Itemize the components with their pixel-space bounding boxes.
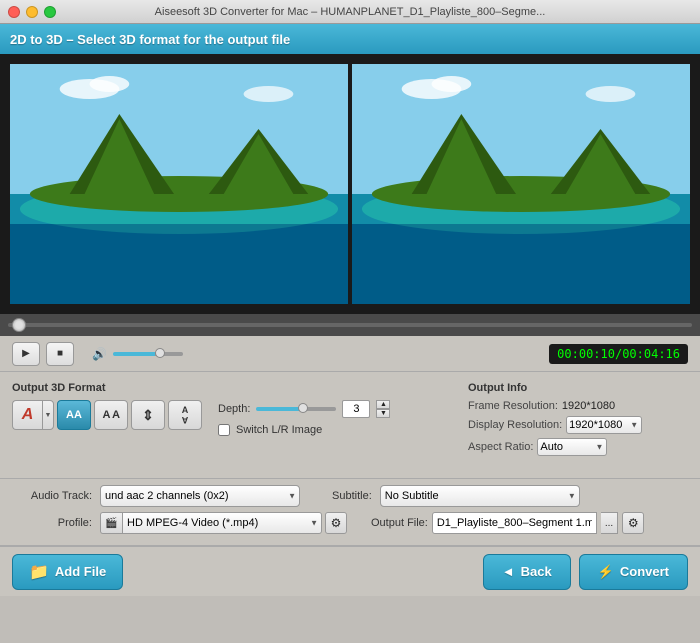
output-file-section: Output File: ... ⚙ [371, 512, 644, 534]
back-button[interactable]: ◄ Back [483, 554, 571, 590]
display-resolution-dropdown-wrapper: 1920*1080 1280*720 640*480 ▼ [566, 416, 642, 434]
header-label: 2D to 3D – Select 3D format for the outp… [10, 32, 290, 47]
seek-track[interactable] [8, 323, 692, 327]
seek-bar-area[interactable] [0, 314, 700, 336]
maximize-button[interactable] [44, 6, 56, 18]
format-section: Output 3D Format A ▼ AA A A ⇕ [12, 382, 202, 430]
format-btn-anaglyph-group: A ▼ [12, 400, 54, 430]
title-bar: Aiseesoft 3D Converter for Mac – HUMANPL… [0, 0, 700, 24]
add-file-button[interactable]: 📁 Add File [12, 554, 123, 590]
depth-label: Depth: [218, 403, 250, 415]
stop-button[interactable]: ■ [46, 342, 74, 366]
volume-icon: 🔊 [92, 347, 107, 361]
profile-dropdown-wrapper: HD MPEG-4 Video (*.mp4) ▼ [122, 512, 322, 534]
convert-label: Convert [620, 564, 669, 579]
aspect-ratio-dropdown-wrapper: Auto 16:9 4:3 ▼ [537, 438, 607, 456]
video-frame-right [352, 64, 690, 304]
add-file-icon: 📁 [29, 562, 49, 582]
play-button[interactable]: ▶ [12, 342, 40, 366]
subtitle-label: Subtitle: [332, 490, 372, 502]
add-file-label: Add File [55, 564, 106, 579]
switch-lr-label: Switch L/R Image [236, 424, 322, 436]
volume-slider[interactable] [113, 352, 183, 356]
output-settings-button[interactable]: ⚙ [622, 512, 644, 534]
format-buttons: A ▼ AA A A ⇕ A A [12, 400, 202, 430]
transport-area: ▶ ■ 🔊 00:00:10/00:04:16 [0, 336, 700, 372]
audio-track-dropdown[interactable]: und aac 2 channels (0x2) [100, 485, 300, 507]
output-file-input[interactable] [432, 512, 597, 534]
switch-lr-checkbox[interactable] [218, 424, 230, 436]
video-area [0, 54, 700, 314]
profile-settings-button[interactable]: ⚙ [325, 512, 347, 534]
depth-section: Depth: ▲ ▼ Switch L/R Image [218, 382, 452, 436]
output-file-label: Output File: [371, 517, 428, 529]
output-info: Output Info Frame Resolution: 1920*1080 … [468, 382, 688, 460]
convert-icon: ⚡ [598, 564, 614, 580]
profile-dropdown[interactable]: HD MPEG-4 Video (*.mp4) [122, 512, 322, 534]
aspect-ratio-dropdown[interactable]: Auto 16:9 4:3 [537, 438, 607, 456]
subtitle-dropdown[interactable]: No Subtitle [380, 485, 580, 507]
time-display: 00:00:10/00:04:16 [549, 344, 688, 364]
audio-row: Audio Track: und aac 2 channels (0x2) ▼ … [12, 485, 688, 507]
aspect-ratio-label: Aspect Ratio: [468, 441, 533, 453]
window-title: Aiseesoft 3D Converter for Mac – HUMANPL… [155, 6, 546, 18]
convert-button[interactable]: ⚡ Convert [579, 554, 688, 590]
frame-resolution-label: Frame Resolution: [468, 400, 558, 412]
depth-up-button[interactable]: ▲ [376, 400, 390, 409]
back-label: Back [521, 564, 552, 579]
header-bar: 2D to 3D – Select 3D format for the outp… [0, 24, 700, 54]
audio-track-label: Audio Track: [12, 490, 92, 502]
minimize-button[interactable] [26, 6, 38, 18]
subtitle-section: Subtitle: No Subtitle ▼ [332, 485, 580, 507]
format-btn-top-bottom-2[interactable]: A A [168, 400, 202, 430]
format-btn-top-bottom[interactable]: ⇕ [131, 400, 165, 430]
format-btn-anaglyph[interactable]: A [12, 400, 42, 430]
profile-icon: 🎬 [100, 512, 122, 534]
browse-button[interactable]: ... [601, 512, 618, 534]
video-frames [10, 64, 690, 304]
subtitle-dropdown-wrapper: No Subtitle ▼ [380, 485, 580, 507]
settings-panel: Output 3D Format A ▼ AA A A ⇕ [0, 372, 700, 479]
display-resolution-label: Display Resolution: [468, 419, 562, 431]
back-icon: ◄ [502, 564, 515, 579]
depth-input[interactable] [342, 400, 370, 418]
video-frame-left [10, 64, 348, 304]
depth-thumb[interactable] [298, 403, 308, 413]
bottom-settings: Audio Track: und aac 2 channels (0x2) ▼ … [0, 479, 700, 546]
profile-label: Profile: [12, 517, 92, 529]
traffic-lights [8, 6, 56, 18]
close-button[interactable] [8, 6, 20, 18]
output-info-title: Output Info [468, 382, 688, 394]
format-btn-side-by-side[interactable]: AA [57, 400, 91, 430]
depth-down-button[interactable]: ▼ [376, 409, 390, 418]
seek-thumb[interactable] [12, 318, 26, 332]
depth-slider[interactable] [256, 407, 336, 411]
footer: 📁 Add File ◄ Back ⚡ Convert [0, 546, 700, 596]
depth-stepper: ▲ ▼ [376, 400, 390, 418]
frame-resolution-value: 1920*1080 [562, 400, 615, 412]
display-resolution-dropdown[interactable]: 1920*1080 1280*720 640*480 [566, 416, 642, 434]
format-section-label: Output 3D Format [12, 382, 202, 394]
volume-thumb[interactable] [155, 348, 165, 358]
footer-right: ◄ Back ⚡ Convert [483, 554, 688, 590]
format-btn-anaglyph-dropdown[interactable]: ▼ [42, 400, 54, 430]
audio-track-dropdown-wrapper: und aac 2 channels (0x2) ▼ [100, 485, 300, 507]
profile-row: Profile: 🎬 HD MPEG-4 Video (*.mp4) ▼ ⚙ O… [12, 512, 688, 534]
format-btn-side-by-side-2[interactable]: A A [94, 400, 128, 430]
